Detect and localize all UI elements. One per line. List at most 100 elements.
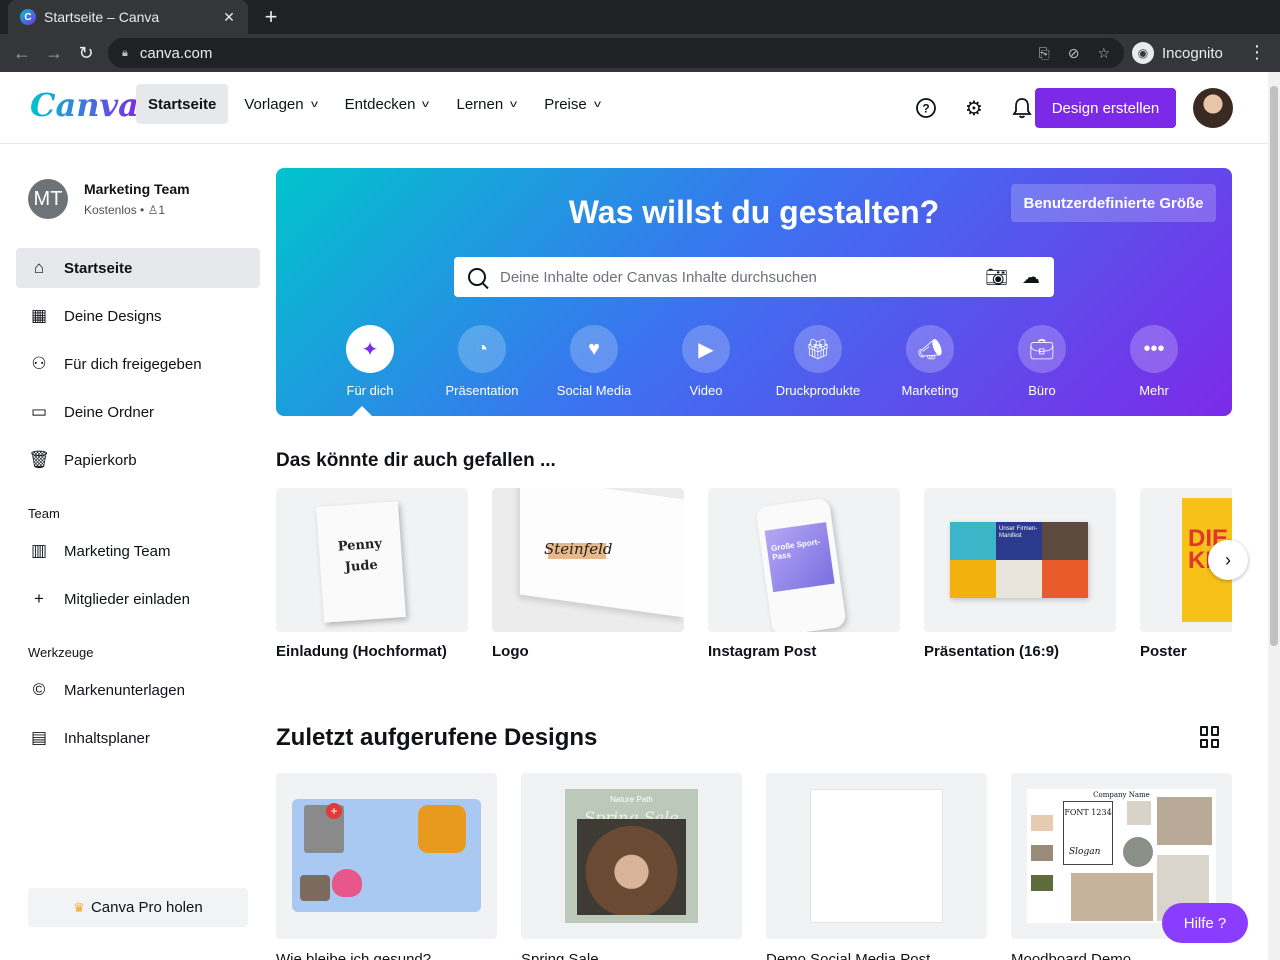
close-tab-icon[interactable]: ✕ <box>220 9 238 26</box>
canva-pro-button[interactable]: ♛ Canva Pro holen <box>28 888 248 927</box>
address-bar[interactable]: 🔒︎ canva.com ⎘ ⊘ ☆ <box>108 38 1124 68</box>
custom-size-button[interactable]: Benutzerdefinierte Größe <box>1011 184 1216 222</box>
template-card-presentation[interactable]: Unser Firmen-Manifest Präsentation (16:9… <box>924 488 1116 660</box>
chevron-down-icon: v <box>593 98 601 110</box>
category-social-media[interactable]: ♥ Social Media <box>538 325 650 398</box>
new-tab-icon[interactable]: + <box>258 4 284 30</box>
recent-design-card[interactable]: Demo Social Media Post <box>766 773 987 960</box>
nav-vorlagen[interactable]: Vorlagen v <box>232 84 328 124</box>
sidebar-item-invite-members[interactable]: + Mitglieder einladen <box>16 579 260 619</box>
help-button[interactable]: Hilfe ? <box>1162 903 1248 943</box>
sidebar-tools-list: © Markenunterlagen ▤ Inhaltsplaner <box>16 670 260 766</box>
team-member-count: 1 <box>158 203 166 217</box>
home-icon: ⌂ <box>33 258 45 277</box>
settings-gear-icon[interactable]: ⚙ <box>956 88 992 128</box>
category-video[interactable]: ▶ Video <box>650 325 762 398</box>
incognito-indicator[interactable]: ◉ Incognito <box>1132 39 1223 67</box>
tracking-blocked-icon[interactable]: ⊘ <box>1068 45 1080 62</box>
canva-logo[interactable]: Canva <box>30 86 139 124</box>
browser-tab[interactable]: C Startseite – Canva ✕ <box>8 0 248 34</box>
nav-startseite[interactable]: Startseite <box>136 84 229 124</box>
recent-thumbnail-health: + <box>276 773 497 939</box>
lock-icon[interactable]: 🔒︎ <box>122 47 128 60</box>
scrollbar-thumb[interactable] <box>1270 86 1278 646</box>
category-praesentation[interactable]: ◔ Präsentation <box>426 325 538 398</box>
category-label: Büro <box>1028 383 1056 398</box>
sidebar: MT Marketing Team Kostenlos • ♙1 ⌂ Starts… <box>0 145 268 960</box>
team-switcher[interactable]: MT Marketing Team Kostenlos • ♙1 <box>28 179 190 219</box>
category-marketing[interactable]: 📣︎ Marketing <box>874 325 986 398</box>
heart-chat-icon: ♥ <box>570 325 618 373</box>
nav-entdecken[interactable]: Entdecken v <box>333 84 441 124</box>
recent-thumbnail-demo-post <box>766 773 987 939</box>
crown-icon: ♛ <box>73 899 85 915</box>
sidebar-item-marketing-team[interactable]: ▥ Marketing Team <box>16 531 260 571</box>
nav-lernen[interactable]: Lernen v <box>444 84 528 124</box>
nav-label: Lernen <box>456 95 504 113</box>
recent-design-label: Wie bleibe ich gesund? <box>276 951 432 960</box>
logo-thumbnail: Steinfeld <box>492 488 684 632</box>
sidebar-item-content-planner[interactable]: ▤ Inhaltsplaner <box>16 718 260 758</box>
template-card-logo[interactable]: Steinfeld Logo <box>492 488 684 660</box>
instagram-thumbnail: Große Sport-Pass <box>708 488 900 632</box>
sidebar-item-ordner[interactable]: ▭ Deine Ordner <box>16 392 260 432</box>
nav-preise[interactable]: Preise v <box>532 84 612 124</box>
sidebar-item-papierkorb[interactable]: 🗑︎ Papierkorb <box>16 440 260 480</box>
card-label: Einladung (Hochformat) <box>276 643 447 660</box>
sidebar-item-startseite[interactable]: ⌂ Startseite <box>16 248 260 288</box>
category-mehr[interactable]: ••• Mehr <box>1098 325 1210 398</box>
create-design-button[interactable]: Design erstellen <box>1035 88 1176 128</box>
sidebar-item-deine-designs[interactable]: ▦ Deine Designs <box>16 296 260 336</box>
translate-icon[interactable]: ⎘ <box>1039 45 1050 62</box>
presentation-title-text: Unser Firmen-Manifest <box>996 522 1042 560</box>
reload-icon[interactable]: ↻ <box>70 37 102 69</box>
pro-button-label: Canva Pro holen <box>90 899 203 916</box>
recent-design-label: Demo Social Media Post <box>766 951 931 960</box>
category-druckprodukte[interactable]: 🎁︎ Druckprodukte <box>762 325 874 398</box>
chevron-down-icon: v <box>310 98 318 110</box>
sidebar-item-brand-kit[interactable]: © Markenunterlagen <box>16 670 260 710</box>
forward-icon[interactable]: → <box>38 37 70 69</box>
template-card-instagram-post[interactable]: Große Sport-Pass Instagram Post <box>708 488 900 660</box>
tools-section-heading: Werkzeuge <box>28 645 94 660</box>
browser-toolbar: ← → ↻ 🔒︎ canva.com ⎘ ⊘ ☆ ◉ Incognito ⋮ <box>0 34 1280 72</box>
nav-label: Entdecken <box>344 95 416 113</box>
recent-design-card[interactable]: + Wie bleibe ich gesund? <box>276 773 497 960</box>
folder-icon: ▭ <box>30 402 48 421</box>
category-fuer-dich[interactable]: ✦ Für dich <box>314 325 426 398</box>
grid-view-icon[interactable] <box>1200 726 1222 748</box>
sidebar-item-freigegeben[interactable]: ⚇ Für dich freigegeben <box>16 344 260 384</box>
team-plan-info: Kostenlos • ♙1 <box>84 203 166 217</box>
template-card-invitation[interactable]: Penny Jude Einladung (Hochformat) <box>276 488 468 660</box>
upload-cloud-icon[interactable]: ☁ <box>1022 267 1040 288</box>
megaphone-icon: 📣︎ <box>906 325 954 373</box>
incognito-label: Incognito <box>1162 44 1223 62</box>
incognito-icon: ◉ <box>1132 42 1154 64</box>
recent-design-label: Spring Sale <box>521 951 599 960</box>
invitation-name-2: Jude <box>344 557 379 576</box>
recent-design-card[interactable]: Nature Path Spring Sale Spring Sale <box>521 773 742 960</box>
chevron-down-icon: v <box>422 98 430 110</box>
user-avatar[interactable] <box>1193 88 1233 128</box>
calendar-icon: ▤ <box>30 728 48 747</box>
bookmark-star-icon[interactable]: ☆ <box>1097 45 1110 62</box>
plus-icon: + <box>34 589 44 608</box>
camera-search-icon[interactable]: 📷︎ <box>985 267 1008 288</box>
back-icon[interactable]: ← <box>6 37 38 69</box>
carousel-next-button[interactable]: › <box>1208 540 1248 580</box>
card-label: Präsentation (16:9) <box>924 643 1060 660</box>
suggestions-carousel: Penny Jude Einladung (Hochformat) Steinf… <box>276 488 1232 668</box>
search-icon <box>468 268 486 286</box>
help-circle-icon[interactable]: ? <box>908 88 944 128</box>
logo-text: Steinfeld <box>544 540 613 558</box>
page-scrollbar[interactable] <box>1268 72 1280 960</box>
search-input[interactable]: Deine Inhalte oder Canvas Inhalte durchs… <box>454 257 1054 297</box>
sidebar-item-label: Deine Ordner <box>64 403 155 421</box>
category-buero[interactable]: 💼︎ Büro <box>986 325 1098 398</box>
sidebar-item-label: Für dich freigegeben <box>64 355 202 373</box>
browser-menu-icon[interactable]: ⋮ <box>1248 42 1266 63</box>
nav-label: Vorlagen <box>244 95 304 113</box>
category-label: Social Media <box>556 383 632 398</box>
moodboard-font: FONT 1234 <box>1064 808 1112 817</box>
recent-designs-heading: Zuletzt aufgerufene Designs <box>276 724 598 751</box>
